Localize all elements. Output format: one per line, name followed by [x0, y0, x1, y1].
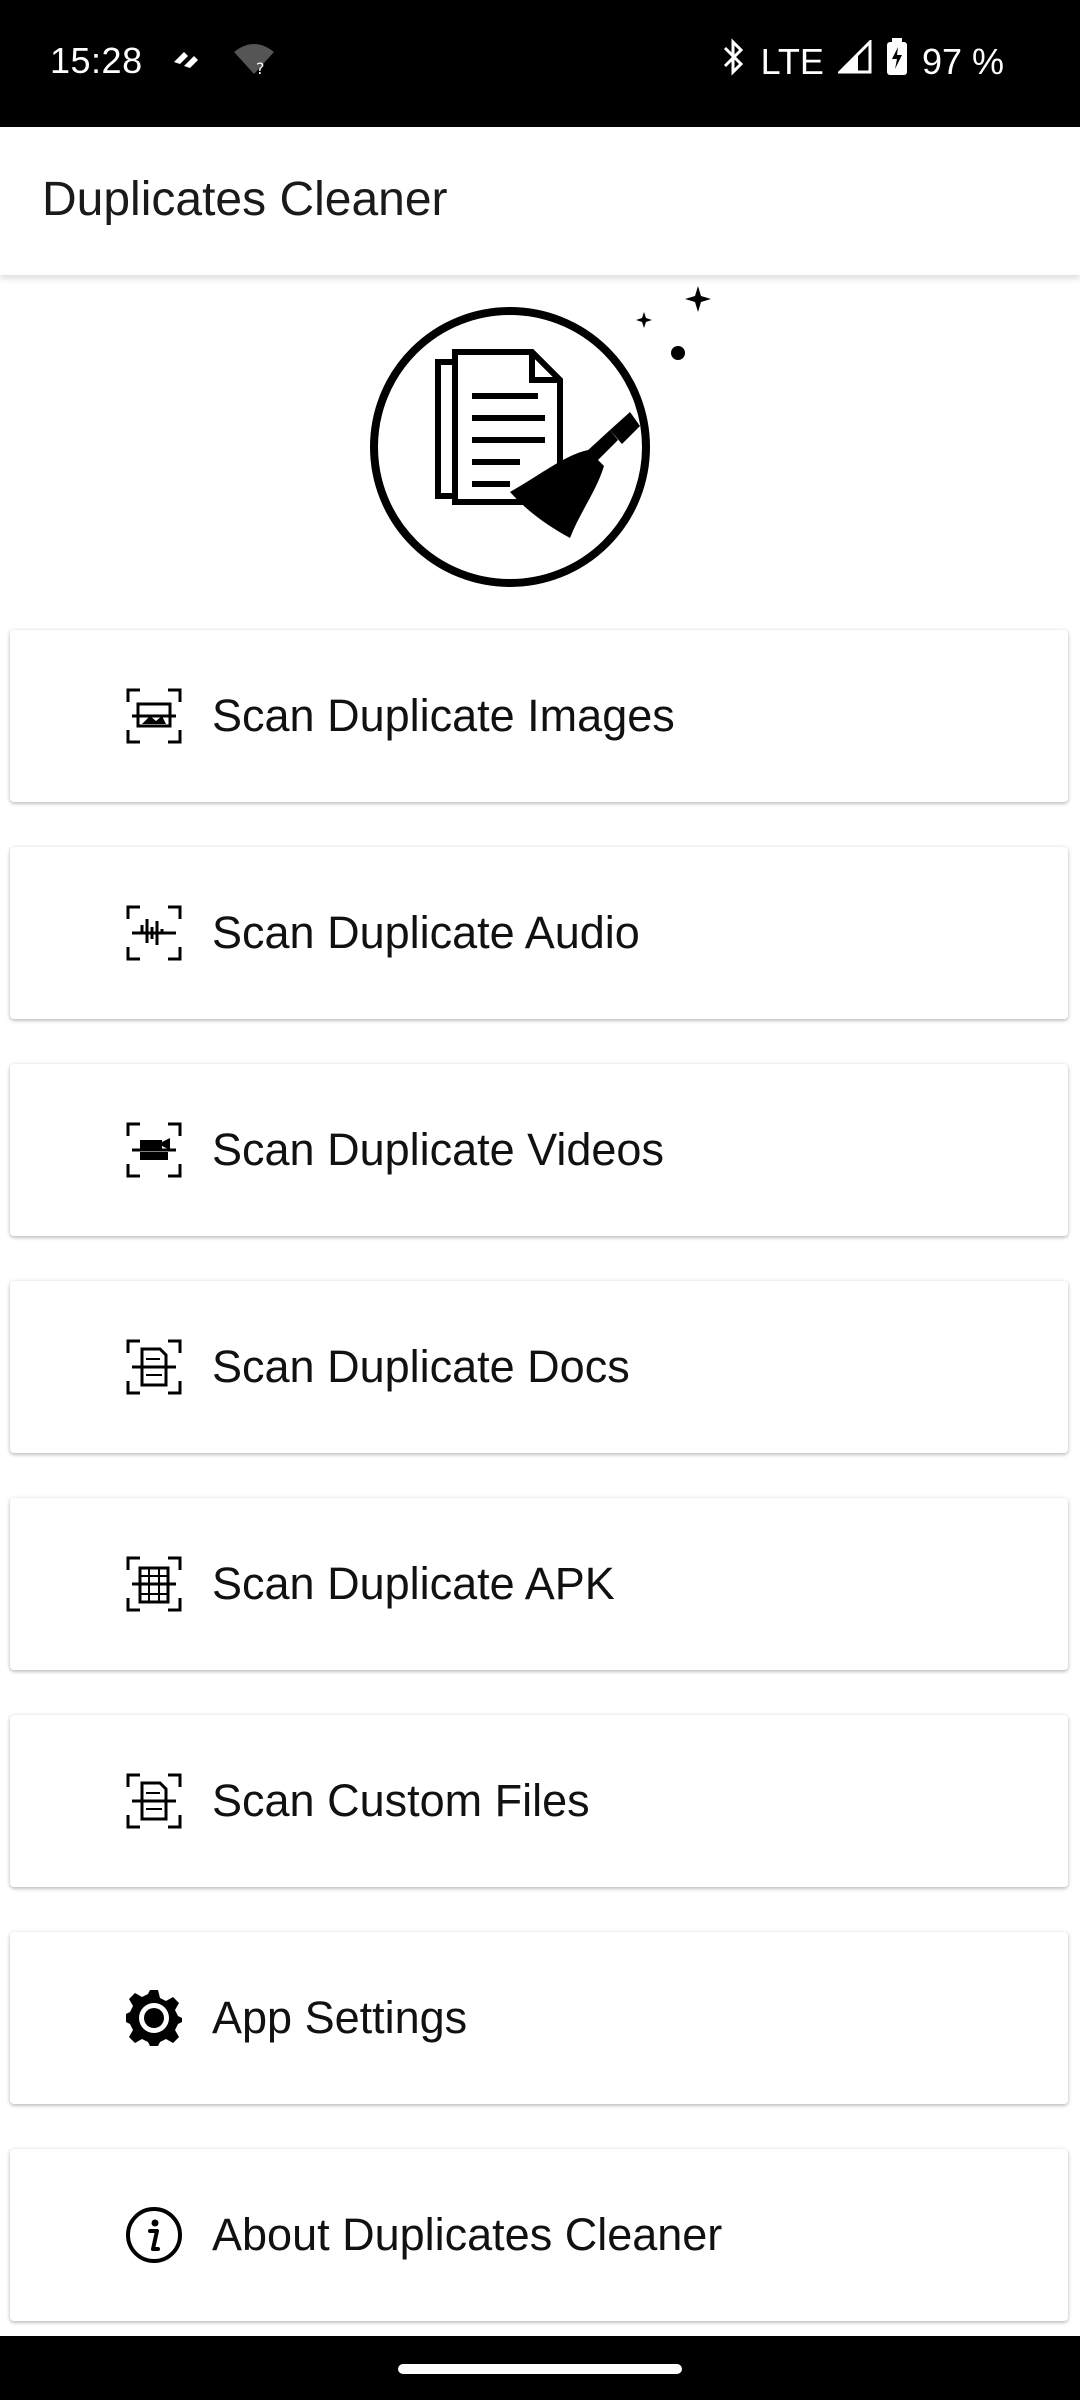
status-bar: 15:28 ? LTE 97 %	[0, 0, 1080, 127]
scan-docs-icon	[118, 1331, 190, 1403]
menu-item-scan-duplicate-apk[interactable]: Scan Duplicate APK	[10, 1498, 1068, 1670]
status-left-icons: ?	[170, 42, 276, 81]
menu-item-label: Scan Duplicate Videos	[212, 1124, 664, 1175]
menu-item-scan-duplicate-images[interactable]: Scan Duplicate Images	[10, 630, 1068, 802]
network-type: LTE	[760, 40, 824, 82]
scan-audio-icon	[118, 897, 190, 969]
app-bar: Duplicates Cleaner	[0, 127, 1080, 275]
menu-item-label: Scan Duplicate APK	[212, 1558, 615, 1609]
network-activity-icon	[170, 44, 204, 79]
menu-item-label: App Settings	[212, 1992, 468, 2043]
scan-custom-files-icon	[118, 1765, 190, 1837]
scan-apk-icon	[118, 1548, 190, 1620]
menu-item-scan-duplicate-videos[interactable]: Scan Duplicate Videos	[10, 1064, 1068, 1236]
duplicate-documents-broom-icon	[370, 286, 711, 587]
app-logo	[360, 280, 720, 600]
info-icon	[118, 2199, 190, 2271]
menu-item-label: Scan Duplicate Docs	[212, 1341, 630, 1392]
battery-charging-icon	[886, 38, 908, 85]
gear-icon	[118, 1982, 190, 2054]
navigation-bar	[0, 2336, 1080, 2400]
menu-item-label: Scan Duplicate Images	[212, 690, 675, 741]
menu-item-scan-duplicate-docs[interactable]: Scan Duplicate Docs	[10, 1281, 1068, 1453]
signal-icon	[836, 38, 872, 83]
home-gesture-handle[interactable]	[398, 2364, 682, 2374]
menu-item-scan-custom-files[interactable]: Scan Custom Files	[10, 1715, 1068, 1887]
status-time: 15:28	[50, 40, 143, 81]
app-title: Duplicates Cleaner	[42, 173, 448, 226]
menu-item-about[interactable]: About Duplicates Cleaner	[10, 2149, 1068, 2321]
scan-videos-icon	[118, 1114, 190, 1186]
wifi-unknown-icon: ?	[232, 42, 276, 81]
status-right: LTE 97 %	[719, 38, 1004, 85]
battery-percent: 97 %	[921, 40, 1004, 82]
menu-item-label: Scan Duplicate Audio	[212, 907, 640, 958]
svg-text:?: ?	[256, 59, 265, 76]
menu-item-label: Scan Custom Files	[212, 1775, 590, 1826]
menu-item-app-settings[interactable]: App Settings	[10, 1932, 1068, 2104]
scan-images-icon	[118, 680, 190, 752]
menu-item-scan-duplicate-audio[interactable]: Scan Duplicate Audio	[10, 847, 1068, 1019]
menu-item-label: About Duplicates Cleaner	[212, 2209, 723, 2260]
bluetooth-icon	[719, 38, 747, 85]
